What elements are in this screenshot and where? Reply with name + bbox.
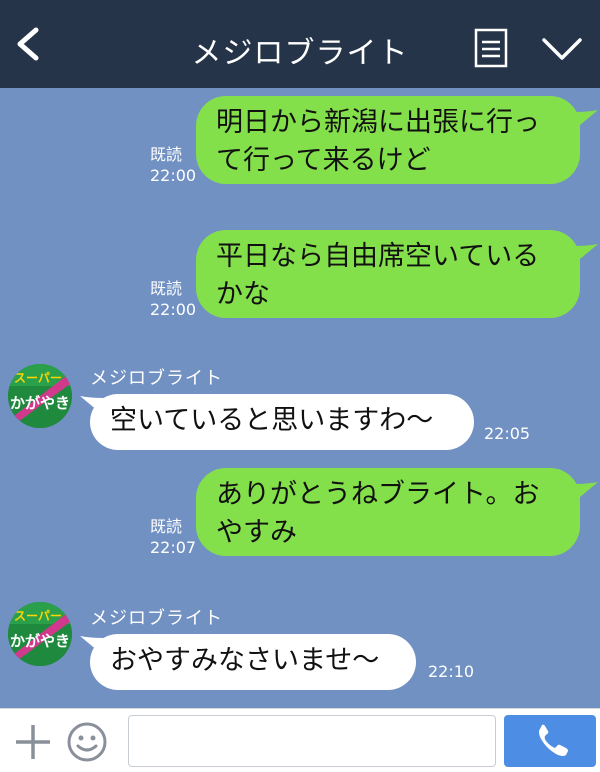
read-receipt: 既読 (150, 279, 183, 298)
emoji-icon[interactable] (66, 721, 108, 763)
message-time: 22:05 (484, 424, 531, 443)
svg-text:スーパー: スーパー (14, 609, 62, 623)
plus-icon[interactable] (12, 721, 54, 763)
bubble-tail (574, 110, 598, 130)
svg-text:スーパー: スーパー (14, 371, 62, 385)
avatar[interactable]: スーパー かがやき (8, 364, 72, 428)
message-bubble-outgoing[interactable]: 明日から新潟に出張に行っ て行って来るけど (196, 96, 580, 184)
bubble-tail (574, 482, 598, 502)
message-bubble-outgoing[interactable]: 平日なら自由席空いている かな (196, 230, 580, 318)
message-text-line: 平日なら自由席空いている (216, 241, 540, 272)
message-text-line: 明日から新潟に出張に行っ (216, 107, 540, 138)
svg-text:かがやき: かがやき (10, 632, 70, 650)
message-time: 22:07 (150, 538, 197, 557)
message-meta: 既読 22:00 (150, 144, 196, 186)
message-text-line: て行って来るけど (216, 145, 431, 176)
call-button[interactable] (504, 715, 596, 767)
message-meta: 既読 22:07 (150, 516, 196, 558)
message-input-bar (0, 708, 600, 772)
message-time: 22:00 (150, 300, 197, 319)
message-text-line: かな (216, 279, 270, 310)
chat-area[interactable]: 既読 22:00 明日から新潟に出張に行っ て行って来るけど 既読 22:00 … (0, 88, 600, 708)
message-time: 22:00 (150, 166, 197, 185)
chat-title: メジロブライト (191, 36, 409, 71)
message-bubble-outgoing[interactable]: ありがとうねブライト。お やすみ (196, 468, 580, 556)
train-logo-icon: スーパー かがやき (8, 602, 72, 666)
chat-header: メジロブライト (0, 0, 600, 88)
message-meta: 既読 22:00 (150, 278, 196, 320)
chevron-down-icon[interactable] (540, 34, 584, 64)
message-text-line: おやすみなさいませ〜 (110, 645, 380, 676)
message-bubble-incoming[interactable]: おやすみなさいませ〜 (90, 634, 416, 690)
message-bubble-incoming[interactable]: 空いていると思いますわ〜 (90, 394, 474, 450)
read-receipt: 既読 (150, 145, 183, 164)
message-time: 22:10 (428, 662, 475, 681)
sender-name: メジロブライト (90, 608, 223, 629)
message-text-line: やすみ (216, 517, 297, 548)
train-logo-icon: スーパー かがやき (8, 364, 72, 428)
message-input[interactable] (128, 715, 496, 767)
phone-icon (539, 724, 568, 756)
sender-name: メジロブライト (90, 368, 223, 389)
message-text-line: ありがとうねブライト。お (216, 479, 540, 510)
message-text-line: 空いていると思いますわ〜 (110, 405, 434, 436)
notes-icon[interactable] (474, 28, 508, 68)
read-receipt: 既読 (150, 517, 183, 536)
svg-text:かがやき: かがやき (10, 394, 70, 412)
avatar[interactable]: スーパー かがやき (8, 602, 72, 666)
bubble-tail (574, 244, 598, 264)
